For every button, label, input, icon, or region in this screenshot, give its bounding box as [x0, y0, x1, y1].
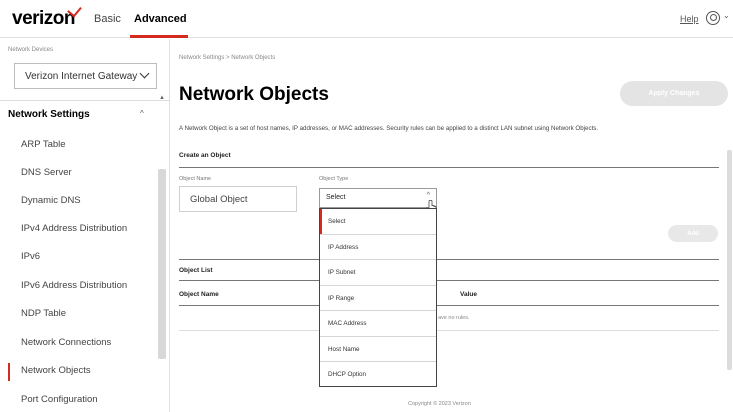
- sidebar-section-title[interactable]: Network Settings: [8, 109, 90, 120]
- section-divider: [179, 167, 719, 168]
- apply-changes-button[interactable]: Apply Changes: [620, 81, 728, 106]
- scroll-up-icon[interactable]: ▲: [159, 95, 165, 101]
- sidebar-divider: [0, 100, 170, 101]
- create-object-heading: Create an Object: [179, 152, 231, 159]
- sidebar-item-label: IPv6 Address Distribution: [21, 280, 128, 291]
- active-tab-indicator: [130, 35, 188, 38]
- main-scrollbar[interactable]: [727, 150, 732, 370]
- object-name-label: Object Name: [179, 176, 212, 182]
- dropdown-option-select[interactable]: Select: [320, 209, 436, 235]
- add-button[interactable]: Add: [668, 225, 718, 242]
- device-select[interactable]: Verizon Internet Gateway: [14, 63, 157, 89]
- section-divider: [179, 259, 719, 260]
- sidebar-item-dns-server[interactable]: DNS Server: [0, 159, 155, 187]
- collapse-caret-icon[interactable]: ^: [140, 109, 144, 118]
- table-row-divider: [179, 330, 719, 331]
- sidebar: Network Devices Verizon Internet Gateway…: [0, 39, 170, 412]
- table-header-divider: [179, 305, 719, 306]
- sidebar-item-port-configuration[interactable]: Port Configuration: [0, 386, 155, 412]
- object-type-value: Select: [326, 194, 346, 201]
- sidebar-item-ipv6-address-distribution[interactable]: IPv6 Address Distribution: [0, 272, 155, 300]
- sidebar-item-label: ARP Table: [21, 139, 66, 150]
- dropdown-option-ip-range[interactable]: IP Range: [320, 286, 436, 311]
- column-header-object-name[interactable]: Object Name: [179, 291, 219, 298]
- help-link[interactable]: Help: [680, 14, 699, 24]
- tab-basic[interactable]: Basic: [94, 13, 121, 25]
- section-divider: [179, 280, 719, 281]
- sidebar-item-label: IPv6: [21, 251, 41, 262]
- sidebar-item-label: NDP Table: [21, 308, 67, 319]
- sidebar-item-label: Network Objects: [21, 365, 91, 376]
- tab-advanced[interactable]: Advanced: [134, 13, 187, 25]
- sidebar-item-arp-table[interactable]: ARP Table: [0, 131, 155, 159]
- page-title: Network Objects: [179, 84, 329, 105]
- sidebar-item-ndp-table[interactable]: NDP Table: [0, 300, 155, 328]
- object-type-dropdown: Select IP Address IP Subnet IP Range MAC…: [319, 208, 437, 387]
- object-type-label: Object Type: [319, 176, 349, 182]
- dropdown-option-dhcp-option[interactable]: DHCP Option: [320, 362, 436, 388]
- top-bar: verizon Basic Advanced Help ⌄: [0, 0, 733, 38]
- network-devices-label: Network Devices: [8, 47, 54, 53]
- sidebar-item-label: Network Connections: [21, 337, 112, 348]
- object-list-heading: Object List: [179, 267, 213, 274]
- chevron-down-icon[interactable]: ⌄: [723, 11, 730, 20]
- object-name-input[interactable]: [179, 186, 297, 212]
- sidebar-item-label: Port Configuration: [21, 394, 98, 405]
- sidebar-item-label: DNS Server: [21, 167, 72, 178]
- sidebar-item-dynamic-dns[interactable]: Dynamic DNS: [0, 187, 155, 215]
- user-circle-icon[interactable]: [706, 11, 720, 25]
- column-header-value[interactable]: Value: [460, 291, 477, 298]
- dropdown-option-host-name[interactable]: Host Name: [320, 337, 436, 362]
- chevron-up-icon: ^: [426, 192, 430, 199]
- verizon-logo[interactable]: verizon: [12, 8, 76, 30]
- dropdown-option-ip-address[interactable]: IP Address: [320, 235, 436, 260]
- sidebar-item-ipv4-address-distribution[interactable]: IPv4 Address Distribution: [0, 215, 155, 243]
- dropdown-option-mac-address[interactable]: MAC Address: [320, 311, 436, 337]
- page-description: A Network Object is a set of host names,…: [179, 125, 599, 132]
- device-select-value: Verizon Internet Gateway: [25, 71, 138, 82]
- sidebar-item-ipv6[interactable]: IPv6: [0, 243, 155, 271]
- copyright-text: Copyright © 2023 Verizon: [408, 401, 471, 407]
- sidebar-item-network-connections[interactable]: Network Connections: [0, 329, 155, 357]
- chevron-down-icon: [139, 68, 150, 79]
- sidebar-scrollbar[interactable]: [158, 169, 166, 359]
- sidebar-item-label: IPv4 Address Distribution: [21, 223, 128, 234]
- sidebar-item-network-objects[interactable]: Network Objects: [0, 357, 155, 385]
- dropdown-option-ip-subnet[interactable]: IP Subnet: [320, 260, 436, 286]
- empty-list-message: ave no rules.: [438, 315, 470, 321]
- object-type-select[interactable]: Select ^: [319, 188, 437, 208]
- sidebar-item-label: Dynamic DNS: [21, 195, 81, 206]
- breadcrumb[interactable]: Network Settings > Network Objects: [179, 55, 275, 61]
